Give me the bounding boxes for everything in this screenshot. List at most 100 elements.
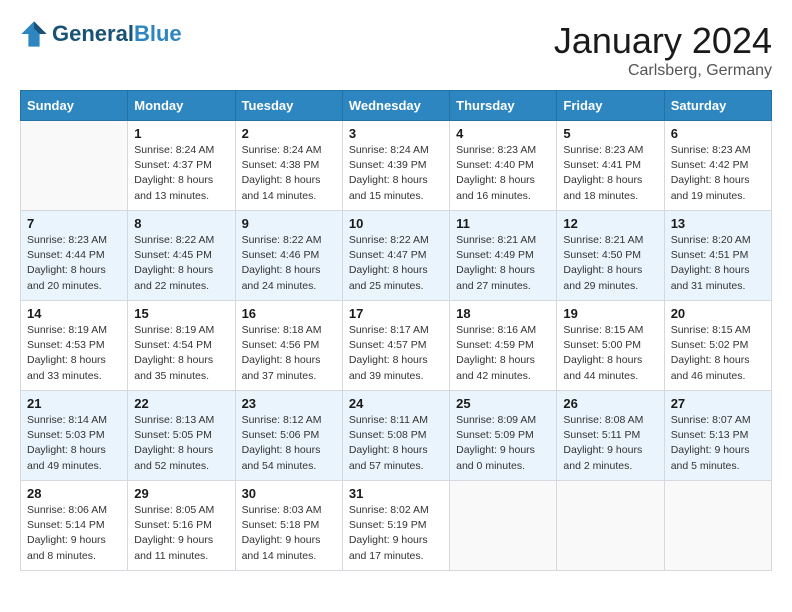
calendar-body: 1 Sunrise: 8:24 AMSunset: 4:37 PMDaylight… (21, 121, 772, 571)
weekday-header-thursday: Thursday (450, 91, 557, 121)
title-area: January 2024 Carlsberg, Germany (554, 20, 772, 80)
day-number: 29 (134, 486, 228, 501)
day-cell: 25Sunrise: 8:09 AMSunset: 5:09 PMDayligh… (450, 391, 557, 481)
day-cell: 28Sunrise: 8:06 AMSunset: 5:14 PMDayligh… (21, 481, 128, 571)
location-subtitle: Carlsberg, Germany (554, 62, 772, 80)
day-info: Sunrise: 8:23 AMSunset: 4:41 PMDaylight:… (563, 143, 657, 204)
day-cell: 22Sunrise: 8:13 AMSunset: 5:05 PMDayligh… (128, 391, 235, 481)
day-number: 20 (671, 306, 765, 321)
logo-icon (20, 20, 48, 48)
day-cell: 15 Sunrise: 8:19 AMSunset: 4:54 PMDayligh… (128, 301, 235, 391)
day-cell: 1 Sunrise: 8:24 AMSunset: 4:37 PMDaylight… (128, 121, 235, 211)
day-info: Sunrise: 8:23 AMSunset: 4:42 PMDaylight:… (671, 143, 765, 204)
day-info: Sunrise: 8:08 AMSunset: 5:11 PMDaylight:… (563, 413, 657, 474)
day-number: 10 (349, 216, 443, 231)
day-number: 15 (134, 306, 228, 321)
day-cell: 24 Sunrise: 8:11 AMSunset: 5:08 PMDayligh… (342, 391, 449, 481)
day-number: 23 (242, 396, 336, 411)
day-info: Sunrise: 8:09 AMSunset: 5:09 PMDaylight:… (456, 413, 550, 474)
day-number: 3 (349, 126, 443, 141)
day-info: Sunrise: 8:18 AMSunset: 4:56 PMDaylight:… (242, 323, 336, 384)
weekday-header-saturday: Saturday (664, 91, 771, 121)
day-number: 31 (349, 486, 443, 501)
day-number: 8 (134, 216, 228, 231)
day-cell: 31 Sunrise: 8:02 AMSunset: 5:19 PMDayligh… (342, 481, 449, 571)
day-cell: 16 Sunrise: 8:18 AMSunset: 4:56 PMDayligh… (235, 301, 342, 391)
day-cell: 3 Sunrise: 8:24 AMSunset: 4:39 PMDaylight… (342, 121, 449, 211)
day-info: Sunrise: 8:24 AMSunset: 4:38 PMDaylight:… (242, 143, 336, 204)
day-info: Sunrise: 8:15 AMSunset: 5:00 PMDaylight:… (563, 323, 657, 384)
day-cell: 27 Sunrise: 8:07 AMSunset: 5:13 PMDayligh… (664, 391, 771, 481)
day-number: 6 (671, 126, 765, 141)
day-info: Sunrise: 8:16 AMSunset: 4:59 PMDaylight:… (456, 323, 550, 384)
logo-general: General (52, 21, 134, 47)
day-number: 16 (242, 306, 336, 321)
calendar-header: SundayMondayTuesdayWednesdayThursdayFrid… (21, 91, 772, 121)
day-info: Sunrise: 8:19 AMSunset: 4:53 PMDaylight:… (27, 323, 121, 384)
day-number: 27 (671, 396, 765, 411)
day-cell: 20Sunrise: 8:15 AMSunset: 5:02 PMDayligh… (664, 301, 771, 391)
day-cell: 12 Sunrise: 8:21 AMSunset: 4:50 PMDayligh… (557, 211, 664, 301)
day-cell: 13 Sunrise: 8:20 AMSunset: 4:51 PMDayligh… (664, 211, 771, 301)
day-info: Sunrise: 8:07 AMSunset: 5:13 PMDaylight:… (671, 413, 765, 474)
day-cell: 30Sunrise: 8:03 AMSunset: 5:18 PMDayligh… (235, 481, 342, 571)
week-row-3: 14 Sunrise: 8:19 AMSunset: 4:53 PMDayligh… (21, 301, 772, 391)
day-info: Sunrise: 8:14 AMSunset: 5:03 PMDaylight:… (27, 413, 121, 474)
day-cell: 29 Sunrise: 8:05 AMSunset: 5:16 PMDayligh… (128, 481, 235, 571)
day-number: 2 (242, 126, 336, 141)
calendar-table: SundayMondayTuesdayWednesdayThursdayFrid… (20, 90, 772, 571)
weekday-row: SundayMondayTuesdayWednesdayThursdayFrid… (21, 91, 772, 121)
day-cell (450, 481, 557, 571)
logo: General Blue (20, 20, 182, 48)
day-number: 11 (456, 216, 550, 231)
day-cell: 26 Sunrise: 8:08 AMSunset: 5:11 PMDayligh… (557, 391, 664, 481)
day-info: Sunrise: 8:17 AMSunset: 4:57 PMDaylight:… (349, 323, 443, 384)
day-number: 21 (27, 396, 121, 411)
day-info: Sunrise: 8:24 AMSunset: 4:37 PMDaylight:… (134, 143, 228, 204)
day-cell: 11 Sunrise: 8:21 AMSunset: 4:49 PMDayligh… (450, 211, 557, 301)
day-info: Sunrise: 8:24 AMSunset: 4:39 PMDaylight:… (349, 143, 443, 204)
day-info: Sunrise: 8:23 AMSunset: 4:40 PMDaylight:… (456, 143, 550, 204)
day-cell (21, 121, 128, 211)
month-title: January 2024 (554, 20, 772, 62)
day-number: 12 (563, 216, 657, 231)
day-info: Sunrise: 8:21 AMSunset: 4:50 PMDaylight:… (563, 233, 657, 294)
day-number: 13 (671, 216, 765, 231)
week-row-1: 1 Sunrise: 8:24 AMSunset: 4:37 PMDaylight… (21, 121, 772, 211)
day-info: Sunrise: 8:05 AMSunset: 5:16 PMDaylight:… (134, 503, 228, 564)
day-number: 1 (134, 126, 228, 141)
day-info: Sunrise: 8:12 AMSunset: 5:06 PMDaylight:… (242, 413, 336, 474)
day-info: Sunrise: 8:02 AMSunset: 5:19 PMDaylight:… (349, 503, 443, 564)
weekday-header-tuesday: Tuesday (235, 91, 342, 121)
day-info: Sunrise: 8:20 AMSunset: 4:51 PMDaylight:… (671, 233, 765, 294)
day-cell: 14 Sunrise: 8:19 AMSunset: 4:53 PMDayligh… (21, 301, 128, 391)
day-cell: 23 Sunrise: 8:12 AMSunset: 5:06 PMDayligh… (235, 391, 342, 481)
page-header: General Blue January 2024 Carlsberg, Ger… (20, 20, 772, 80)
day-number: 14 (27, 306, 121, 321)
day-cell: 18Sunrise: 8:16 AMSunset: 4:59 PMDayligh… (450, 301, 557, 391)
week-row-4: 21 Sunrise: 8:14 AMSunset: 5:03 PMDayligh… (21, 391, 772, 481)
day-cell: 2 Sunrise: 8:24 AMSunset: 4:38 PMDaylight… (235, 121, 342, 211)
day-info: Sunrise: 8:23 AMSunset: 4:44 PMDaylight:… (27, 233, 121, 294)
day-cell (664, 481, 771, 571)
day-cell: 8 Sunrise: 8:22 AMSunset: 4:45 PMDaylight… (128, 211, 235, 301)
day-info: Sunrise: 8:11 AMSunset: 5:08 PMDaylight:… (349, 413, 443, 474)
week-row-5: 28Sunrise: 8:06 AMSunset: 5:14 PMDayligh… (21, 481, 772, 571)
logo-blue: Blue (134, 21, 182, 47)
day-cell: 17Sunrise: 8:17 AMSunset: 4:57 PMDayligh… (342, 301, 449, 391)
day-info: Sunrise: 8:19 AMSunset: 4:54 PMDaylight:… (134, 323, 228, 384)
day-cell: 19 Sunrise: 8:15 AMSunset: 5:00 PMDayligh… (557, 301, 664, 391)
day-cell (557, 481, 664, 571)
day-number: 19 (563, 306, 657, 321)
day-cell: 4Sunrise: 8:23 AMSunset: 4:40 PMDaylight… (450, 121, 557, 211)
day-info: Sunrise: 8:22 AMSunset: 4:45 PMDaylight:… (134, 233, 228, 294)
day-cell: 9Sunrise: 8:22 AMSunset: 4:46 PMDaylight… (235, 211, 342, 301)
day-info: Sunrise: 8:21 AMSunset: 4:49 PMDaylight:… (456, 233, 550, 294)
day-cell: 6 Sunrise: 8:23 AMSunset: 4:42 PMDaylight… (664, 121, 771, 211)
day-number: 30 (242, 486, 336, 501)
day-number: 24 (349, 396, 443, 411)
day-number: 7 (27, 216, 121, 231)
day-number: 26 (563, 396, 657, 411)
weekday-header-friday: Friday (557, 91, 664, 121)
day-cell: 7 Sunrise: 8:23 AMSunset: 4:44 PMDaylight… (21, 211, 128, 301)
